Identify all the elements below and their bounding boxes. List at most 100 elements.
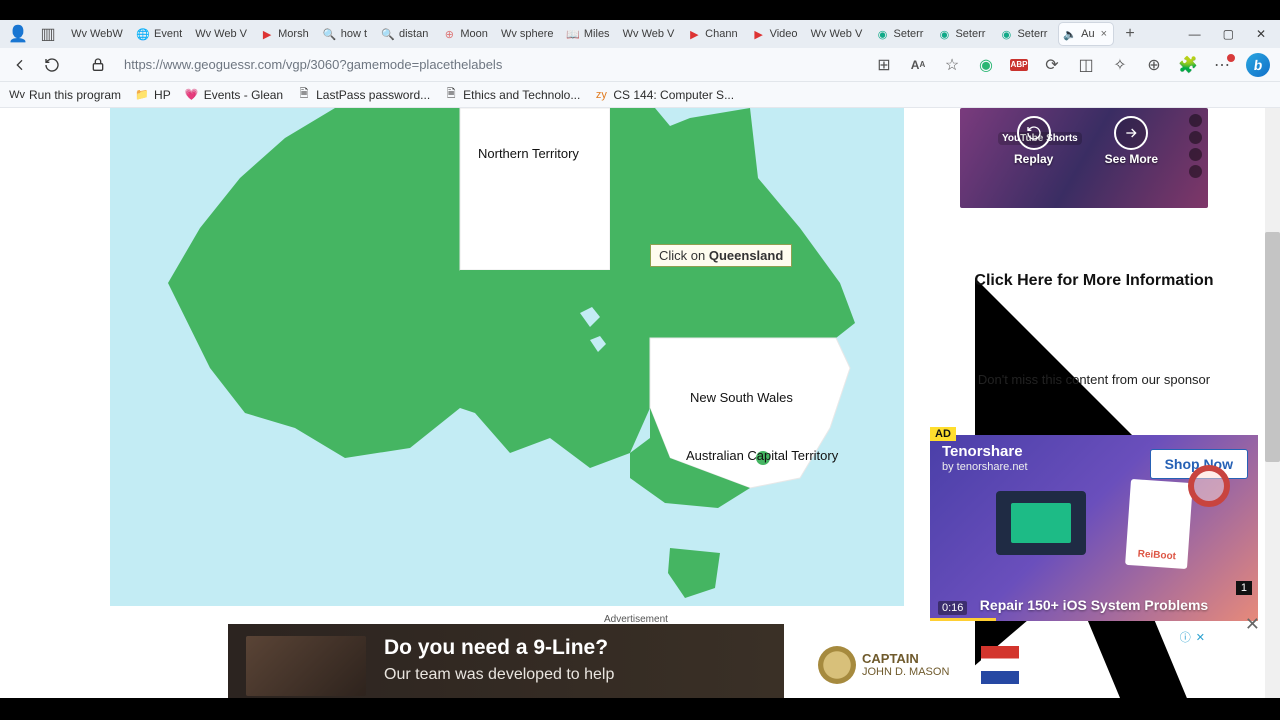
url-text[interactable]: https://www.geoguessr.com/vgp/3060?gamem… [124,57,764,72]
vertical-scrollbar[interactable] [1265,108,1280,698]
tab-label: Event [154,28,182,40]
extensions-icon[interactable]: 🧩 [1178,55,1198,75]
bookmark-item[interactable]: 🗎LastPass password... [297,88,430,102]
tab-label: Web V [642,28,675,40]
browser-tab[interactable]: 🔍distan [375,23,434,45]
browser-tab[interactable]: ◉Seterr [870,23,930,45]
browser-tab[interactable]: ▶Morsh [254,23,315,45]
bookmark-label: Events - Glean [204,88,283,102]
browser-tab[interactable]: Wv WebW [66,23,128,45]
browser-tab[interactable]: ◉ Seterr [993,23,1053,45]
region-tas[interactable] [668,548,720,598]
tab-label: WebW [90,28,123,40]
bookmark-label: Ethics and Technolo... [463,88,580,102]
profile-icon[interactable]: 👤 [6,22,30,46]
back-button[interactable] [10,55,30,75]
bookmark-item[interactable]: 📁 HP [135,88,171,102]
ad-photo [246,636,366,696]
browser-tab[interactable]: WvWeb V [618,23,680,45]
favorite-icon[interactable]: ☆ [942,55,962,75]
collections-icon[interactable]: ⊕ [1144,55,1164,75]
ad-time: 0:16 [938,601,967,615]
new-tab-button[interactable]: + [1119,23,1141,45]
browser-tab[interactable]: 🔍 how t [317,23,373,45]
bookmark-item[interactable]: Wv Run this program [10,88,121,102]
maximize-button[interactable]: ▢ [1223,27,1234,41]
scrollbar-thumb[interactable] [1265,232,1280,462]
browser-tab[interactable]: Wvsphere [496,23,558,45]
split-screen-icon[interactable]: ◫ [1076,55,1096,75]
tab-label: Web V [214,28,247,40]
tab-label: Chann [705,28,737,40]
site-info-icon[interactable] [88,55,108,75]
favicon: Wv [812,27,826,41]
video-ad-small[interactable]: YouTube Shorts Replay See More [960,108,1208,208]
ad-brand-sub: by tenorshare.net [942,461,1028,473]
bookmark-item[interactable]: zy CS 144: Computer S... [594,88,734,102]
browser-tab[interactable]: 📖Miles [560,23,616,45]
extension-adblock-icon[interactable]: ABP [1010,59,1028,71]
browser-window: 👤 ▥ WvWebW🌐EventWvWeb V▶Morsh🔍how t🔍dist… [0,20,1280,698]
sync-icon[interactable]: ⟳ [1042,55,1062,75]
bookmark-label: HP [154,88,171,102]
bookmark-icon: 📁 [135,88,149,102]
extension-grammarly-icon[interactable]: ◉ [976,55,996,75]
browser-tab[interactable]: ▶Chann [682,23,744,45]
sponsor-note: Don't miss this content from our sponsor [930,372,1258,387]
close-window-button[interactable]: ✕ [1256,27,1266,41]
tab-label: Au [1081,28,1094,40]
tab-active[interactable]: 🔈 Au × [1059,23,1113,45]
bing-button[interactable]: b [1246,53,1270,77]
favicon: 📖 [566,27,580,41]
favicon: ⊕ [442,27,456,41]
close-icon[interactable]: × [1101,28,1107,40]
browser-tab[interactable]: ⊕Moon [436,23,494,45]
browser-tab[interactable]: ▶Video [746,23,804,45]
favicon: ◉ [999,27,1013,41]
bookmarks-bar: Wv Run this program 📁 HP 💗Events - Glean 🗎Las… [0,82,1280,108]
tab-label: Video [770,28,798,40]
replay-button[interactable]: Replay [1014,116,1053,166]
tab-actions-icon[interactable]: ▥ [36,22,60,46]
minimize-button[interactable]: ― [1189,27,1201,41]
captain-logo[interactable]: CAPTAINJOHN D. MASON [818,646,949,684]
more-info-link[interactable]: Click Here for More Information [930,272,1258,290]
ad-side-controls[interactable] [1189,114,1202,178]
sponsor-ad[interactable]: AD Tenorshare by tenorshare.net Shop Now… [930,435,1258,621]
tab-label: Seterr [894,28,924,40]
tab-label: Seterr [1017,28,1047,40]
bookmark-icon: zy [594,88,608,102]
audio-icon: 🔈 [1063,28,1077,41]
text-size-icon[interactable]: AA [908,55,928,75]
tab-label: how t [341,28,367,40]
favorites-bar-icon[interactable]: ✧ [1110,55,1130,75]
region-wa[interactable] [168,108,460,458]
favicon: 🔍 [323,27,337,41]
bookmark-item[interactable]: 💗Events - Glean [185,88,283,102]
bookmark-icon: Wv [10,88,24,102]
bookmark-label: Run this program [29,88,121,102]
favicon: 🔍 [381,27,395,41]
bookmark-item[interactable]: 🗎Ethics and Technolo... [444,88,580,102]
browser-tab[interactable]: WvWeb V [190,23,252,45]
close-ad-button[interactable]: ✕ [1245,614,1260,635]
adchoices-icon[interactable]: ⓘ ✕ [1180,629,1206,645]
bookmark-label: CS 144: Computer S... [613,88,734,102]
ad-device-art [996,491,1086,555]
ad-magnifier-art [1188,465,1230,507]
favicon: ▶ [688,27,702,41]
tab-label: sphere [520,28,554,40]
browser-tab[interactable]: 🌐Event [130,23,188,45]
browser-tab[interactable]: WvWeb V [806,23,868,45]
refresh-button[interactable] [42,55,62,75]
quiz-map[interactable]: Northern Territory New South Wales Austr… [110,108,904,606]
flag-star-icon[interactable] [981,646,1019,684]
region-sa[interactable] [460,270,650,468]
see-more-button[interactable]: See More [1105,116,1158,166]
favicon: Wv [72,27,86,41]
reader-icon[interactable]: ⊞ [874,55,894,75]
notifications-icon[interactable]: ⋯ [1212,55,1232,75]
bottom-banner-ad[interactable]: Do you need a 9-Line? Our team was devel… [228,624,784,698]
browser-tab[interactable]: ◉Seterr [931,23,991,45]
region-nt[interactable] [460,108,610,270]
